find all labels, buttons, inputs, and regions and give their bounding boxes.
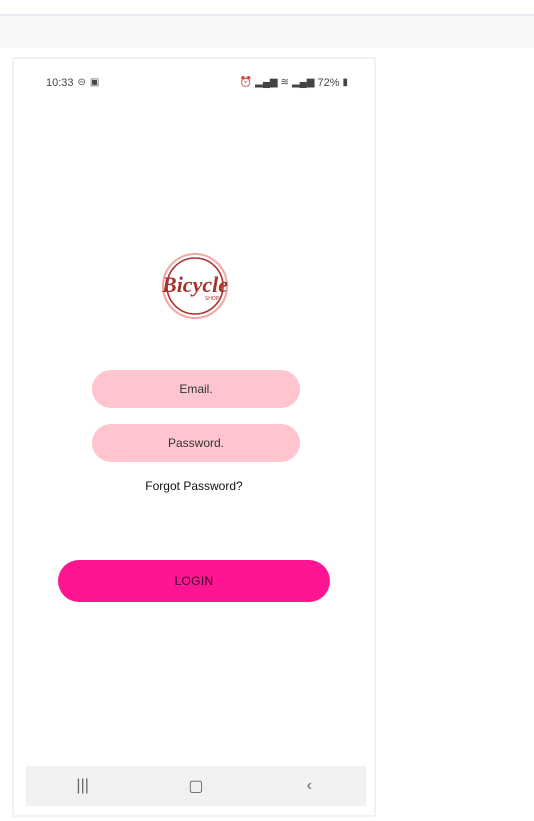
status-time: 10:33 xyxy=(46,77,74,89)
signal-icon: ▂▄▆ xyxy=(255,77,278,88)
navigation-bar: ||| ▢ ‹ xyxy=(26,766,366,806)
login-button[interactable]: LOGIN xyxy=(58,560,330,602)
gallery-notification-icon: ▣ xyxy=(89,77,100,88)
battery-percentage: 72% xyxy=(317,77,340,89)
forgot-password-link[interactable]: Forgot Password? xyxy=(14,479,374,493)
login-button-label: LOGIN xyxy=(174,574,214,588)
password-placeholder: Password. xyxy=(167,436,225,450)
battery-icon: ▮ xyxy=(342,77,348,88)
logo-wordmark: Bicycle xyxy=(161,272,228,297)
do-not-disturb-icon: ⊝ xyxy=(77,77,86,88)
email-placeholder: Email. xyxy=(179,382,213,396)
phone-screen: 10:33 ⊝ ▣ ⏰ ▂▄▆ ≋ ▂▄▆ 72% ▮ Bicycle SHOP… xyxy=(12,57,376,817)
password-field[interactable]: Password. xyxy=(92,424,300,462)
logo-subtext: SHOP xyxy=(205,296,220,302)
recents-icon: ||| xyxy=(76,777,89,794)
signal-icon: ▂▄▆ xyxy=(291,77,315,88)
window-top-band xyxy=(0,16,534,48)
bicycle-shop-logo: Bicycle SHOP xyxy=(161,253,228,319)
back-icon: ‹ xyxy=(306,777,312,794)
alarm-icon: ⏰ xyxy=(239,77,253,88)
email-field[interactable]: Email. xyxy=(92,370,300,408)
wifi-calling-icon: ≋ xyxy=(280,77,289,88)
status-bar: 10:33 ⊝ ▣ ⏰ ▂▄▆ ≋ ▂▄▆ 72% ▮ xyxy=(14,77,374,95)
home-icon: ▢ xyxy=(188,778,204,795)
recents-button[interactable]: ||| xyxy=(63,766,103,806)
status-left: 10:33 ⊝ ▣ xyxy=(46,77,99,89)
home-button[interactable]: ▢ xyxy=(176,766,216,806)
back-button[interactable]: ‹ xyxy=(289,766,329,806)
status-right: ⏰ ▂▄▆ ≋ ▂▄▆ 72% ▮ xyxy=(240,77,348,89)
